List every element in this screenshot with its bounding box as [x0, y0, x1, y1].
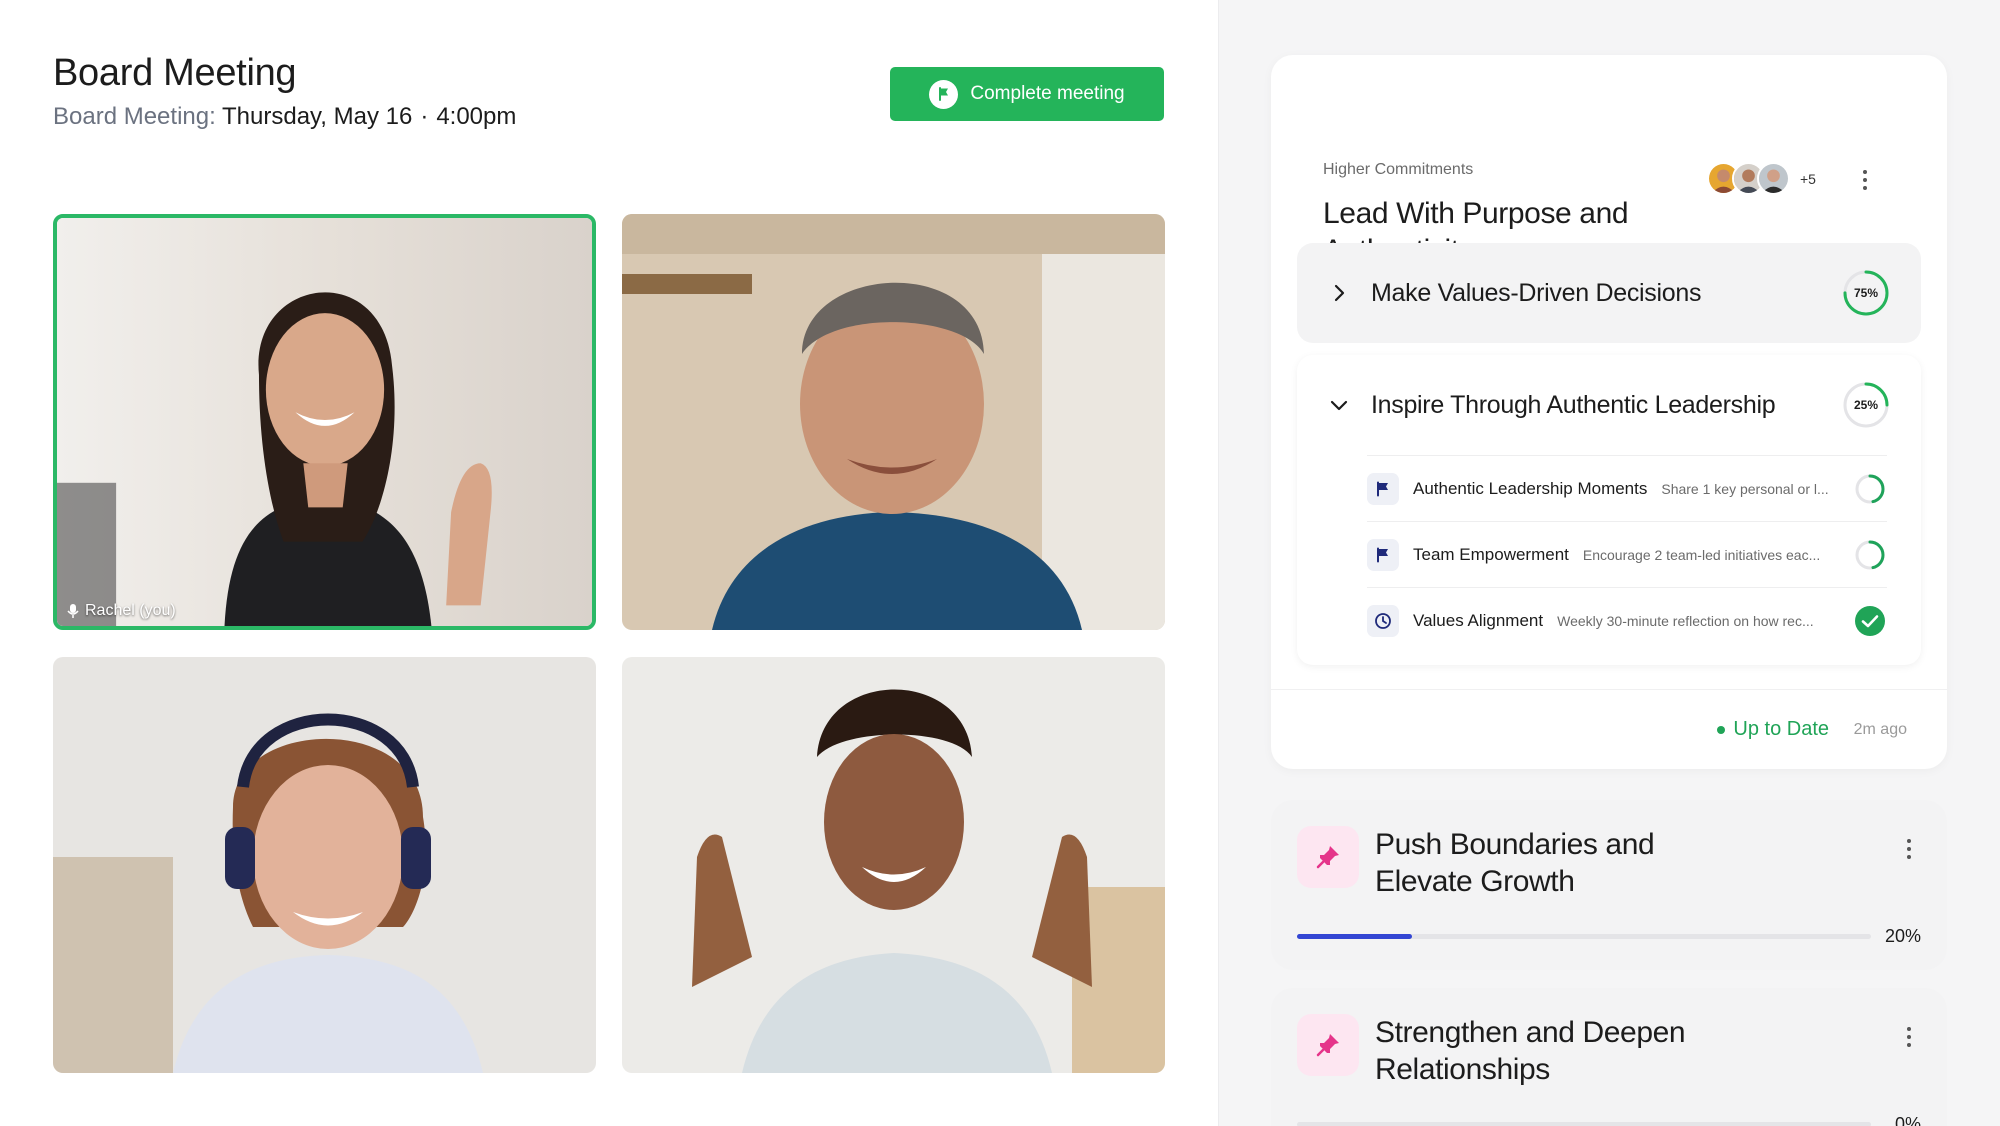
commitment-title: Strengthen and Deepen Relationships — [1375, 1016, 1686, 1086]
progress-percent: 25% — [1853, 398, 1879, 412]
progress-percent: 20% — [1885, 926, 1922, 946]
check-circle-icon — [1853, 604, 1887, 638]
meeting-subtitle: Board Meeting: Thursday, May 16 · 4:00pm — [53, 103, 516, 131]
more-options-icon[interactable] — [1897, 1022, 1921, 1052]
participant-name-tag: Rachel (you) — [67, 602, 176, 620]
commitment-category: Higher Commitments — [1323, 161, 1474, 178]
pin-icon — [1297, 1014, 1359, 1076]
list-item[interactable]: Team Empowerment Encourage 2 team-led in… — [1367, 521, 1887, 587]
separator-dot: · — [420, 103, 429, 130]
video-tile-participant-3[interactable] — [53, 657, 596, 1073]
commitment-card-strengthen-relationships[interactable]: Strengthen and Deepen Relationships 0% — [1271, 988, 1947, 1126]
list-item[interactable]: Authentic Leadership Moments Share 1 key… — [1367, 455, 1887, 521]
item-description: Share 1 key personal or l... — [1661, 480, 1829, 497]
video-tile-participant-4[interactable] — [622, 657, 1165, 1073]
participant-video — [622, 657, 1165, 1073]
flag-icon — [1367, 472, 1399, 505]
status-dot-icon — [1717, 725, 1726, 734]
progress-percent: 0% — [1895, 1114, 1922, 1126]
flag-icon — [929, 79, 959, 109]
more-options-icon[interactable] — [1853, 165, 1877, 195]
pin-icon — [1297, 826, 1359, 888]
in-progress-icon — [1853, 538, 1887, 572]
meeting-panel: Board Meeting Board Meeting: Thursday, M… — [0, 0, 1218, 1126]
more-options-icon[interactable] — [1897, 834, 1921, 864]
participant-name: Rachel (you) — [85, 602, 176, 619]
meeting-subtitle-label: Board Meeting: — [53, 103, 216, 130]
clock-icon — [1367, 604, 1399, 637]
more-avatars-count: +5 — [1800, 170, 1816, 187]
complete-meeting-label: Complete meeting — [970, 83, 1125, 104]
item-name: Authentic Leadership Moments — [1413, 478, 1648, 498]
list-item[interactable]: Values Alignment Weekly 30-minute reflec… — [1367, 587, 1887, 653]
progress-bar — [1297, 1122, 1871, 1126]
participant-video — [57, 218, 592, 626]
flag-icon — [1367, 538, 1399, 571]
progress-percent: 75% — [1853, 286, 1879, 300]
in-progress-icon — [1853, 472, 1887, 506]
complete-meeting-button[interactable]: Complete meeting — [890, 67, 1164, 121]
chevron-right-icon[interactable] — [1327, 281, 1351, 305]
progress-ring: 75% — [1841, 268, 1891, 318]
sync-status-label: Up to Date — [1733, 718, 1829, 740]
commitments-panel: Higher Commitments Lead With Purpose and… — [1218, 0, 2000, 1126]
item-description: Weekly 30-minute reflection on how rec..… — [1557, 612, 1814, 629]
avatar — [1757, 162, 1790, 195]
goal-make-values-driven-decisions[interactable]: Make Values-Driven Decisions 75% — [1297, 243, 1921, 343]
video-tile-rachel[interactable]: Rachel (you) — [53, 214, 596, 630]
meeting-date: Thursday, May 16 — [222, 103, 413, 130]
progress-ring: 25% — [1841, 380, 1891, 430]
goal-inspire-through-authentic-leadership: Inspire Through Authentic Leadership 25%… — [1297, 355, 1921, 665]
commitment-card: Higher Commitments Lead With Purpose and… — [1271, 55, 1947, 769]
chevron-down-icon[interactable] — [1327, 393, 1351, 417]
participant-video — [622, 214, 1165, 630]
progress-fill — [1297, 934, 1412, 939]
collaborator-avatars[interactable]: +5 — [1707, 162, 1816, 195]
last-updated: 2m ago — [1853, 721, 1907, 738]
commitment-title: Push Boundaries and Elevate Growth — [1375, 828, 1655, 898]
commitment-card-push-boundaries[interactable]: Push Boundaries and Elevate Growth 20% — [1271, 800, 1947, 970]
item-name: Values Alignment — [1413, 610, 1544, 630]
goal-title: Make Values-Driven Decisions — [1371, 278, 1702, 307]
item-name: Team Empowerment — [1413, 544, 1569, 564]
card-footer: Up to Date 2m ago — [1271, 689, 1947, 769]
microphone-icon — [67, 603, 79, 619]
goal-title: Inspire Through Authentic Leadership — [1371, 390, 1776, 419]
progress-bar — [1297, 934, 1871, 939]
goal-header[interactable]: Inspire Through Authentic Leadership 25% — [1297, 355, 1921, 455]
video-tile-participant-2[interactable] — [622, 214, 1165, 630]
participant-video — [53, 657, 596, 1073]
sync-status: Up to Date — [1717, 718, 1829, 741]
meeting-time: 4:00pm — [436, 103, 517, 130]
item-description: Encourage 2 team-led initiatives eac... — [1582, 546, 1821, 563]
meeting-title: Board Meeting — [53, 52, 297, 94]
